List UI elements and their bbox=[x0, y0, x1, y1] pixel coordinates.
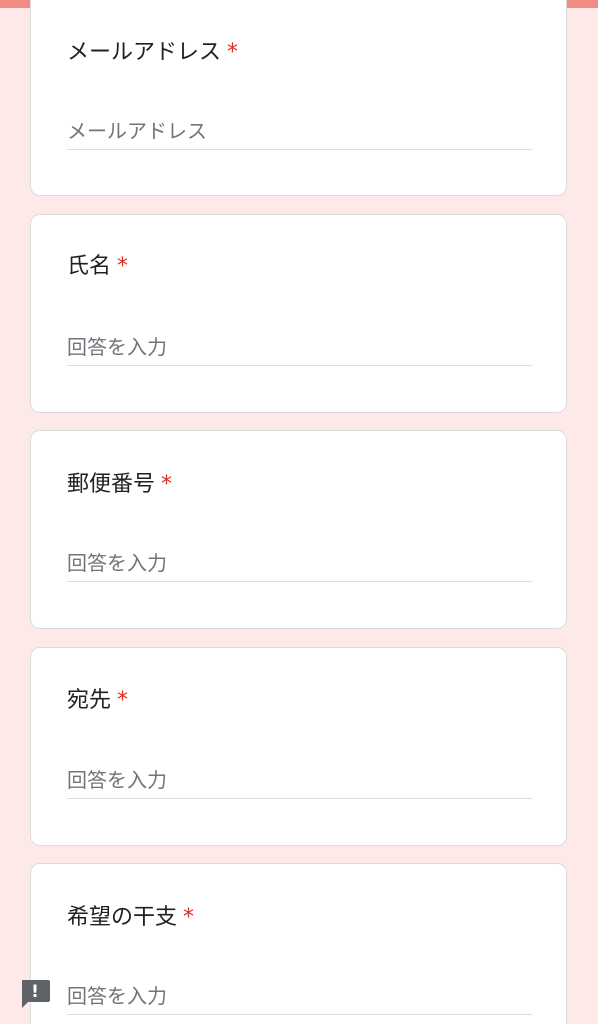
question-label: 郵便番号 bbox=[67, 472, 156, 497]
question-card-postal-code: 郵便番号 * bbox=[30, 430, 567, 629]
question-card-address: 宛先 * bbox=[30, 647, 567, 846]
feedback-icon-graphic: ! bbox=[22, 980, 50, 1008]
required-asterisk: * bbox=[227, 40, 239, 65]
required-asterisk: * bbox=[161, 472, 173, 497]
required-asterisk: * bbox=[117, 688, 129, 713]
answer-field-postal-code bbox=[67, 547, 532, 582]
question-card-name: 氏名 * bbox=[30, 214, 567, 413]
question-title-name: 氏名 * bbox=[67, 253, 128, 281]
question-label: 宛先 bbox=[67, 688, 112, 713]
address-input[interactable] bbox=[67, 764, 532, 796]
question-title-postal-code: 郵便番号 * bbox=[67, 471, 172, 499]
answer-field-zodiac bbox=[67, 980, 532, 1015]
question-card-email: メールアドレス * bbox=[30, 0, 567, 196]
required-asterisk: * bbox=[117, 254, 129, 279]
question-title-email: メールアドレス * bbox=[67, 39, 238, 67]
question-label: メールアドレス bbox=[67, 40, 222, 65]
form-page: メールアドレス* 氏名* 郵便番号* 宛先* 希望の干支 bbox=[0, 0, 598, 1024]
required-asterisk: * bbox=[183, 905, 195, 930]
answer-field-address bbox=[67, 764, 532, 799]
answer-field-email bbox=[67, 115, 532, 150]
question-title-zodiac: 希望の干支 * bbox=[67, 904, 194, 932]
email-input[interactable] bbox=[67, 115, 532, 147]
feedback-glyph: ! bbox=[31, 982, 39, 1002]
zodiac-input[interactable] bbox=[67, 980, 532, 1012]
feedback-icon[interactable]: ! bbox=[19, 978, 51, 1008]
postal-code-input[interactable] bbox=[67, 547, 532, 579]
name-input[interactable] bbox=[67, 331, 532, 363]
question-label: 希望の干支 bbox=[67, 905, 178, 930]
question-label: 氏名 bbox=[67, 254, 112, 279]
question-card-zodiac: 希望の干支 * bbox=[30, 863, 567, 1024]
question-title-address: 宛先 * bbox=[67, 687, 128, 715]
answer-field-name bbox=[67, 331, 532, 366]
